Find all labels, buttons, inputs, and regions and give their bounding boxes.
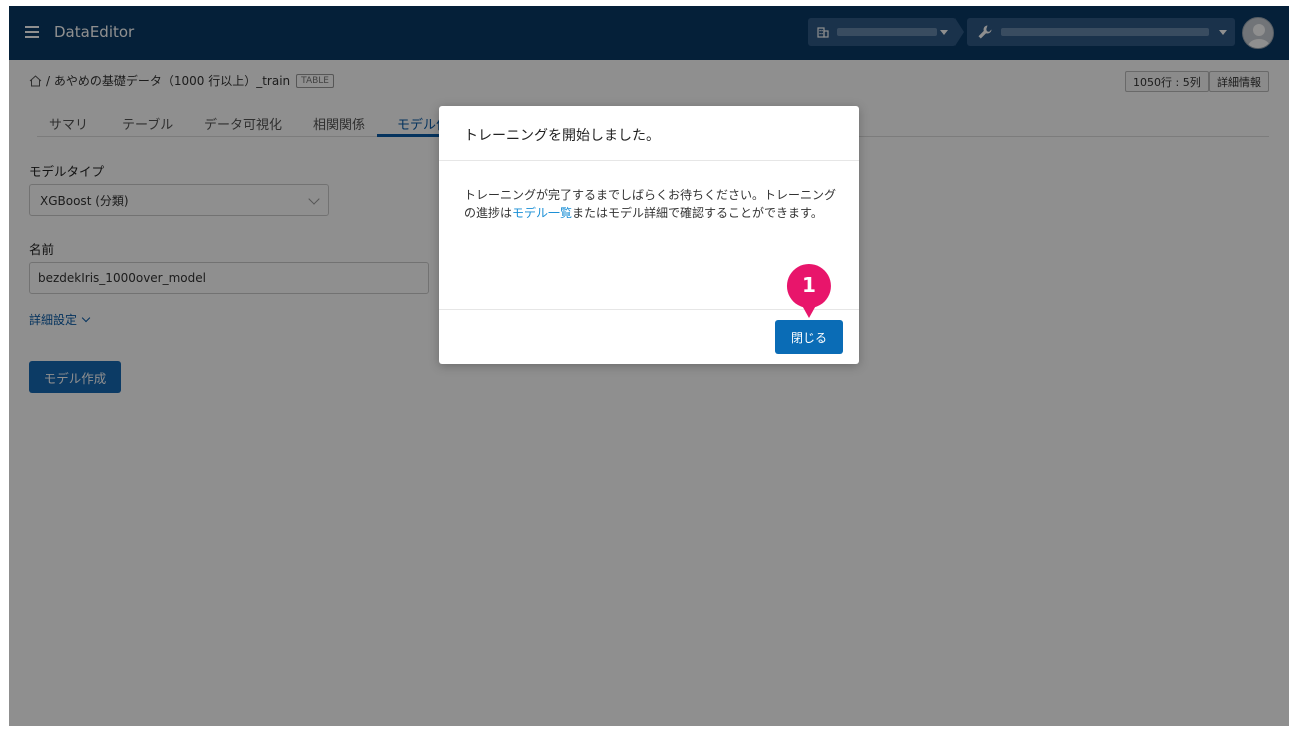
app-window: DataEditor / あやめの基礎データ（1000 行以上）_train T… bbox=[9, 6, 1289, 726]
callout-number: 1 bbox=[802, 273, 816, 297]
model-list-link[interactable]: モデル一覧 bbox=[512, 206, 572, 220]
dialog-title: トレーニングを開始しました。 bbox=[464, 128, 660, 144]
training-started-dialog: トレーニングを開始しました。 トレーニングが完了するまでしばらくお待ちください。… bbox=[439, 106, 859, 364]
step-callout-marker: 1 bbox=[785, 262, 833, 322]
divider bbox=[439, 160, 859, 161]
close-button[interactable]: 閉じる bbox=[775, 320, 843, 354]
dialog-message: トレーニングが完了するまでしばらくお待ちください。トレーニングの進捗はモデル一覧… bbox=[464, 186, 839, 222]
dialog-message-text-2: またはモデル詳細で確認することができます。 bbox=[572, 206, 823, 220]
